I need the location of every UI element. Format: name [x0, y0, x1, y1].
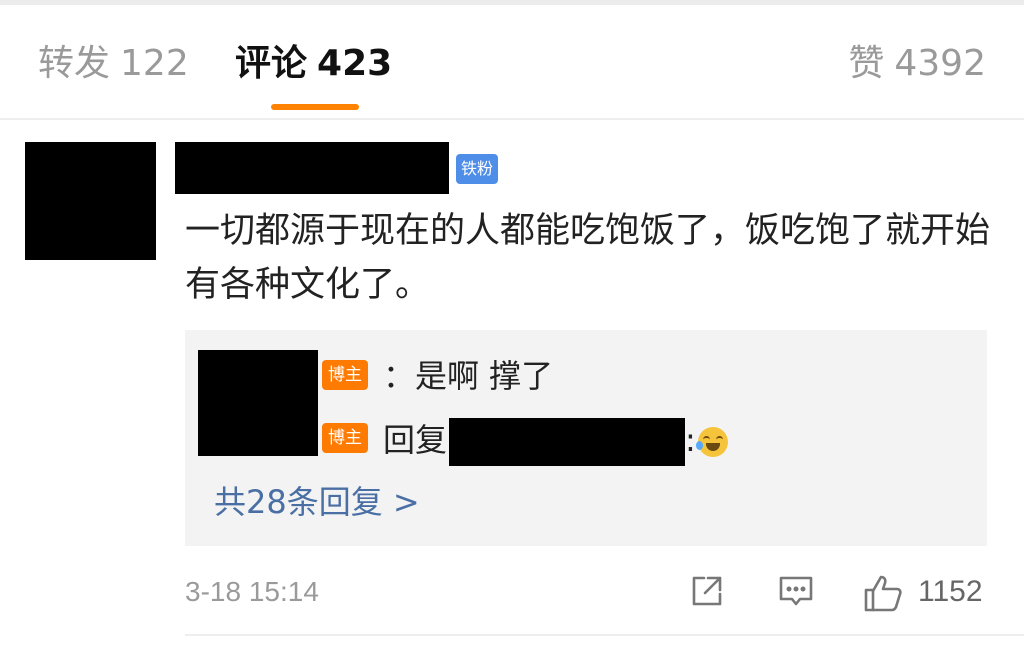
tab-comments[interactable]: 评论 423 [235, 40, 392, 88]
comment-timestamp: 3-18 15:14 [185, 576, 319, 607]
tab-repost-label: 转发 [38, 43, 111, 84]
redacted-username [449, 418, 686, 466]
tab-likes[interactable]: 赞 4392 [848, 40, 986, 88]
reply-box: 博主 ：是啊 撑了 博主 回复: 共28条回复 > [185, 330, 987, 546]
reply-suffix: : [685, 421, 696, 459]
host-badge: 博主 [322, 360, 368, 390]
replier-avatar[interactable] [198, 350, 318, 456]
top-strip [0, 0, 1024, 5]
tab-comments-count: 423 [317, 43, 393, 84]
more-replies-link[interactable]: 共28条回复 > [214, 480, 420, 524]
like-count: 1152 [918, 575, 983, 608]
tab-likes-label: 赞 [848, 43, 885, 84]
tab-repost[interactable]: 转发 122 [38, 40, 189, 88]
comment-text: 一切都源于现在的人都能吃饱饭了，饭吃饱了就开始有各种文化了。 [185, 211, 991, 305]
tabs-divider [0, 118, 1024, 120]
comment-divider [185, 634, 1024, 636]
reply-item[interactable]: ：是啊 撑了 [383, 354, 553, 398]
laugh-cry-emoji-icon [695, 427, 728, 457]
tab-repost-count: 122 [120, 43, 189, 84]
active-tab-indicator [271, 104, 359, 110]
reply-prefix: 回复 [383, 421, 448, 459]
commenter-avatar[interactable] [25, 142, 156, 260]
share-icon[interactable] [688, 572, 726, 610]
comment-icon[interactable] [777, 572, 815, 610]
reply-item[interactable]: 回复: [383, 418, 728, 466]
host-badge: 博主 [322, 423, 368, 453]
fan-badge: 铁粉 [456, 154, 499, 184]
commenter-name[interactable] [175, 142, 449, 194]
tab-likes-count: 4392 [894, 43, 986, 84]
reply-text: ：是啊 撑了 [383, 357, 554, 395]
thumbs-up-icon[interactable] [862, 572, 902, 612]
tab-comments-label: 评论 [235, 43, 308, 84]
